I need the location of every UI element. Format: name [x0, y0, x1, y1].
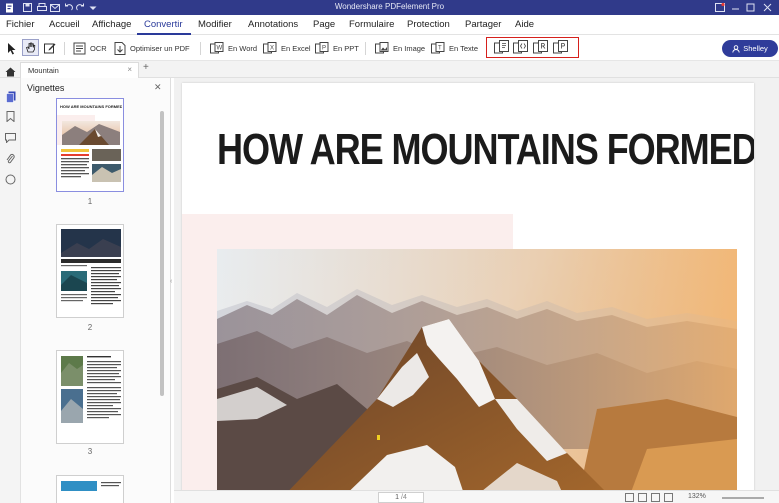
active-menu-indicator	[137, 33, 191, 35]
menu-bar: Fichier Accueil Affichage Convertir Modi…	[0, 15, 779, 35]
panel-title: Vignettes	[27, 83, 65, 93]
menu-page[interactable]: Page	[313, 19, 335, 30]
email-icon[interactable]	[49, 2, 60, 13]
close-panel-icon[interactable]: ✕	[154, 82, 162, 93]
rtf-icon[interactable]	[533, 40, 549, 55]
tab-label: Mountain	[28, 66, 59, 75]
to-word-button[interactable]: W En Word	[210, 40, 257, 56]
menu-protection[interactable]: Protection	[407, 19, 450, 30]
toolbar-separator	[365, 42, 366, 55]
document-heading[interactable]: HOW ARE MOUNTAINS FORMED?	[217, 125, 754, 175]
menu-affichage[interactable]: Affichage	[92, 19, 131, 30]
thumbnail-4-content	[61, 481, 121, 491]
panel-scrollbar[interactable]	[160, 111, 164, 396]
svg-text:T: T	[438, 45, 442, 51]
thumbnail-1-content	[57, 115, 121, 182]
to-ppt-label: En PPT	[333, 43, 359, 53]
thumbnail-3-content	[61, 356, 121, 423]
thumbnails-icon[interactable]	[4, 90, 17, 103]
thumbnails-panel: Vignettes ✕ HOW ARE MOUNTAINS FORMED? 1 …	[21, 78, 171, 503]
pdf-page[interactable]: HOW ARE MOUNTAINS FORMED?	[182, 83, 754, 503]
optimize-pdf-label: Optimiser un PDF	[130, 43, 190, 53]
mountain-photo	[217, 249, 737, 503]
convert-toolbar: OCR Optimiser un PDF W En Word X En Exce…	[0, 36, 779, 61]
ocr-button[interactable]: OCR	[73, 40, 107, 56]
single-page-view-icon[interactable]	[625, 493, 634, 502]
to-image-button[interactable]: En Image	[375, 40, 425, 56]
new-tab-icon[interactable]: +	[143, 62, 149, 73]
current-page: 1	[395, 494, 400, 501]
epub-icon[interactable]	[494, 40, 510, 55]
svg-text:P: P	[322, 45, 326, 51]
left-sidebar-rail	[0, 78, 21, 503]
minimize-icon[interactable]	[729, 1, 742, 14]
html-icon[interactable]	[513, 40, 529, 55]
thumbnail-page-3[interactable]	[56, 350, 124, 444]
to-word-label: En Word	[228, 43, 258, 53]
customize-quick-access-icon[interactable]	[87, 2, 98, 13]
menu-modifier[interactable]: Modifier	[198, 19, 232, 30]
redo-icon[interactable]	[75, 2, 86, 13]
hand-tool-icon[interactable]	[22, 39, 39, 56]
menu-convertir[interactable]: Convertir	[144, 19, 183, 30]
thumbnail-number: 2	[87, 323, 93, 332]
fit-width-icon[interactable]	[664, 493, 673, 502]
optimize-pdf-button[interactable]: Optimiser un PDF	[114, 40, 190, 56]
to-text-button[interactable]: T En Texte	[431, 40, 478, 56]
notification-icon[interactable]	[713, 1, 726, 14]
svg-text:X: X	[270, 45, 274, 51]
thumbnail-page-2[interactable]	[56, 224, 124, 318]
search-icon[interactable]	[4, 173, 17, 186]
comment-icon[interactable]	[4, 131, 17, 144]
to-excel-label: En Excel	[281, 43, 311, 53]
window-title: Wondershare PDFelement Pro	[334, 2, 445, 11]
maximize-icon[interactable]	[744, 1, 757, 14]
attachment-icon[interactable]	[4, 152, 17, 165]
user-account-button[interactable]: Shelley	[722, 40, 778, 57]
bookmark-icon[interactable]	[4, 110, 17, 123]
app-window: Wondershare PDFelement Pro Fichier Accue…	[0, 0, 779, 503]
toolbar-separator	[200, 42, 201, 55]
svg-text:W: W	[217, 45, 223, 51]
app-logo-icon	[4, 2, 15, 13]
zoom-slider[interactable]	[722, 497, 764, 499]
pdfa-icon[interactable]	[553, 40, 569, 55]
ocr-label: OCR	[90, 43, 107, 53]
thumbnail-page-1[interactable]: HOW ARE MOUNTAINS FORMED?	[56, 98, 124, 192]
continuous-view-icon[interactable]	[638, 493, 647, 502]
thumbnail-number: 1	[87, 197, 93, 206]
to-excel-button[interactable]: X En Excel	[263, 40, 311, 56]
menu-partager[interactable]: Partager	[465, 19, 501, 30]
zoom-level[interactable]: 132%	[688, 493, 706, 500]
print-icon[interactable]	[36, 2, 47, 13]
menu-annotations[interactable]: Annotations	[248, 19, 298, 30]
select-tool-icon[interactable]	[6, 40, 21, 56]
toolbar-separator	[64, 42, 65, 55]
tab-mountain[interactable]: Mountain ×	[20, 62, 139, 78]
edit-tool-icon[interactable]	[44, 40, 60, 56]
page-navigator[interactable]: 1 /4	[378, 492, 424, 503]
menu-fichier[interactable]: Fichier	[6, 19, 35, 30]
total-pages: /4	[401, 494, 407, 501]
menu-formulaire[interactable]: Formulaire	[349, 19, 394, 30]
to-text-label: En Texte	[449, 43, 479, 53]
title-bar: Wondershare PDFelement Pro	[0, 0, 779, 15]
thumbnail-2-content	[61, 229, 121, 305]
to-ppt-button[interactable]: P En PPT	[315, 40, 359, 56]
menu-aide[interactable]: Aide	[515, 19, 534, 30]
save-icon[interactable]	[22, 2, 33, 13]
thumbnail-page-4[interactable]	[56, 475, 124, 503]
thumbnail-number: 3	[87, 447, 93, 456]
two-page-view-icon[interactable]	[651, 493, 660, 502]
viewer-scrollbar[interactable]	[762, 83, 768, 487]
close-tab-icon[interactable]: ×	[127, 65, 132, 74]
menu-accueil[interactable]: Accueil	[49, 19, 80, 30]
status-bar: 1 /4 132%	[174, 490, 779, 503]
to-image-label: En Image	[393, 43, 426, 53]
close-icon[interactable]	[761, 1, 774, 14]
user-icon	[732, 44, 740, 53]
user-name: Shelley	[743, 44, 768, 53]
undo-icon[interactable]	[63, 2, 74, 13]
